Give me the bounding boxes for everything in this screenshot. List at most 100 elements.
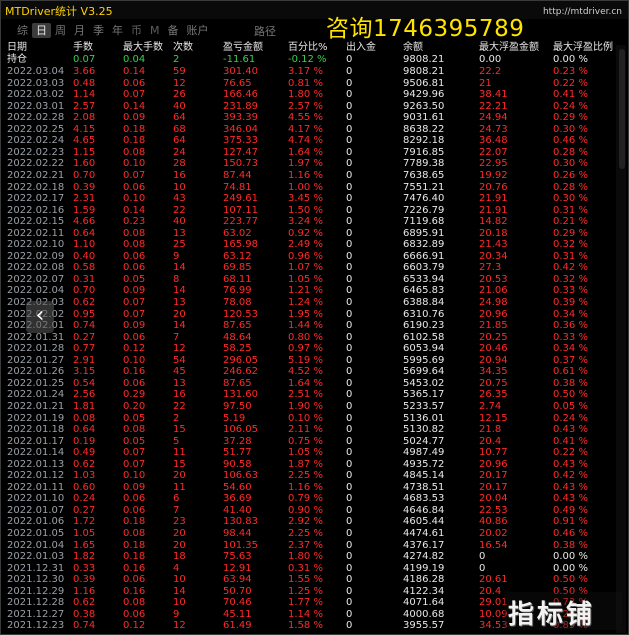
table-cell: 0 <box>346 239 353 250</box>
website-link[interactable]: http://mtdriver.cn <box>543 7 622 17</box>
table-row[interactable]: 2022.01.14 0.49 0.07 11 51.77 1.05 % 0 4987.49 1… <box>1 447 628 459</box>
table-cell: 0 <box>346 112 353 123</box>
column-header[interactable]: 手数 <box>73 42 93 54</box>
table-cell: 58.25 <box>223 343 252 354</box>
tab-3[interactable]: 月 <box>70 23 89 38</box>
table-cell: 0.08 <box>123 239 146 250</box>
table-row[interactable]: 2022.02.24 4.65 0.18 64 375.33 4.74 % 0 8292.18… <box>1 135 628 147</box>
table-cell: 20 <box>173 470 186 481</box>
table-row[interactable]: 2022.01.12 1.03 0.10 20 106.63 2.25 % 0 4845.14… <box>1 470 628 482</box>
table-cell: 0.30 % <box>553 158 588 169</box>
table-row[interactable]: 2022.03.04 3.66 0.14 59 301.40 3.17 % 0 9808.21… <box>1 66 628 78</box>
tab-6[interactable]: 币 <box>127 23 146 38</box>
table-row[interactable]: 2022.02.28 2.08 0.09 64 393.39 4.55 % 0 9031.61… <box>1 112 628 124</box>
table-cell: 1.21 % <box>288 285 323 296</box>
column-header[interactable]: 最大浮盈金额 <box>479 42 539 54</box>
table-row[interactable]: 2022.02.17 2.31 0.10 43 249.61 3.45 % 0 7476.40… <box>1 193 628 205</box>
table-row[interactable]: 2022.02.21 0.70 0.07 16 87.44 1.16 % 0 7638.65 1… <box>1 170 628 182</box>
table-cell: 11 <box>173 447 186 458</box>
watermark-logo: 指标铺 <box>504 592 622 630</box>
summary-cell: 0.00 <box>479 54 502 65</box>
table-row[interactable]: 2022.02.08 0.58 0.06 14 69.85 1.07 % 0 6603.79 2… <box>1 262 628 274</box>
table-row[interactable]: 2022.02.010.740.091487.651.44 %06190.232… <box>1 320 628 332</box>
table-cell: 20.17 <box>479 470 508 481</box>
tab-0[interactable]: 综 <box>13 23 32 38</box>
summary-cell: -0.12 % <box>288 54 327 65</box>
table-cell: 24.94 <box>479 112 508 123</box>
table-row[interactable]: 2021.12.30 0.39 0.06 10 63.94 1.55 % 0 4186.28 2… <box>1 574 628 586</box>
table-cell: 2.56 <box>73 389 96 400</box>
table-cell: 246.62 <box>223 366 258 377</box>
table-cell: 0.20 <box>123 401 146 412</box>
table-cell: 0.43 % <box>553 424 588 435</box>
table-row[interactable]: 2022.01.18 0.64 0.08 15 106.05 2.11 % 0 5130.82… <box>1 424 628 436</box>
table-cell: 7119.68 <box>403 216 445 227</box>
table-cell: 12 <box>173 343 186 354</box>
table-cell: 0.18 <box>123 551 146 562</box>
table-cell: 3.66 <box>73 66 96 77</box>
table-cell: 6190.23 <box>403 320 445 331</box>
table-cell: 223.77 <box>223 216 258 227</box>
table-row[interactable]: 2022.01.10 0.24 0.06 6 36.69 0.79 % 0 4683.53 20… <box>1 493 628 505</box>
table-row[interactable]: 2022.02.15 4.66 0.23 40 223.77 3.24 % 0 7119.68… <box>1 216 628 228</box>
table-row[interactable]: 2022.01.05 1.05 0.08 20 98.44 2.25 % 0 4474.61 2… <box>1 528 628 540</box>
table-row[interactable]: 2022.01.26 3.15 0.16 45 246.62 4.52 % 0 5699.64… <box>1 366 628 378</box>
table-row[interactable]: 2022.02.10 1.10 0.08 25 165.98 2.49 % 0 6832.89… <box>1 239 628 251</box>
column-header[interactable]: 日期 <box>7 42 27 54</box>
table-cell: 87.44 <box>223 170 252 181</box>
column-header[interactable]: 最大浮盈比例 <box>553 42 613 54</box>
table-row[interactable]: 2022.02.04 0.70 0.09 14 76.99 1.21 % 0 6465.83 2… <box>1 285 628 297</box>
table-cell: 166.46 <box>223 89 258 100</box>
scrollbar-thumb[interactable] <box>619 49 625 169</box>
tab-4[interactable]: 季 <box>89 23 108 38</box>
tab-9[interactable]: 账户 <box>183 23 213 38</box>
table-cell: 20.04 <box>479 493 508 504</box>
table-cell: 18 <box>173 551 186 562</box>
table-cell: 2022.01.18 <box>7 424 65 435</box>
table-cell: 21.85 <box>479 320 508 331</box>
table-cell: 4605.44 <box>403 516 445 527</box>
table-cell: 2022.01.03 <box>7 551 65 562</box>
chevron-left-icon[interactable]: ‹ <box>26 301 54 333</box>
table-row[interactable]: 2022.01.03 1.82 0.18 18 75.63 1.80 % 0 4274.82 0… <box>1 551 628 563</box>
table-cell: 2022.03.02 <box>7 89 65 100</box>
table-cell: 1.05 <box>73 528 96 539</box>
table-cell: 9031.61 <box>403 112 445 123</box>
table-cell: 4845.14 <box>403 470 445 481</box>
column-header[interactable]: 盈亏金额 <box>223 42 263 54</box>
column-header[interactable]: 余额 <box>403 42 423 54</box>
table-cell: 0.14 <box>123 66 146 77</box>
table-cell: 0.08 <box>123 597 146 608</box>
table-row[interactable]: 2022.02.030.620.071378.081.24 %06388.842… <box>1 297 628 309</box>
table-row[interactable]: 2022.01.21 1.81 0.20 22 97.50 1.90 % 0 5233.57 2… <box>1 401 628 413</box>
table-cell: 51.77 <box>223 447 252 458</box>
column-header[interactable]: 次数 <box>173 42 193 54</box>
column-header[interactable]: 最大手数 <box>123 42 163 54</box>
table-cell: 2022.01.12 <box>7 470 65 481</box>
table-cell: 5699.64 <box>403 366 445 377</box>
table-row[interactable]: 2022.01.24 2.56 0.29 16 131.60 2.51 % 0 5365.17… <box>1 389 628 401</box>
column-header[interactable]: 出入金 <box>346 42 376 54</box>
tab-7[interactable]: M <box>146 23 164 38</box>
tab-5[interactable]: 年 <box>108 23 127 38</box>
table-cell: 0.79 % <box>288 493 323 504</box>
table-cell: 38.41 <box>479 89 508 100</box>
table-cell: 3955.57 <box>403 620 445 631</box>
table-cell: 0.36 % <box>553 320 588 331</box>
table-cell: 14 <box>173 320 186 331</box>
tab-2[interactable]: 周 <box>51 23 70 38</box>
table-row[interactable]: 2022.03.02 1.14 0.07 26 166.46 1.80 % 0 9429.96… <box>1 89 628 101</box>
table-cell: 7789.38 <box>403 158 445 169</box>
table-cell: 1.44 % <box>288 320 323 331</box>
table-cell: 1.97 % <box>288 158 323 169</box>
tab-1[interactable]: 日 <box>32 23 51 38</box>
path-button[interactable]: 路径 <box>254 23 276 39</box>
table-row[interactable]: 2022.01.06 1.72 0.18 23 130.83 2.92 % 0 4605.44… <box>1 516 628 528</box>
tab-8[interactable]: 备 <box>164 23 183 38</box>
table-cell: 0.23 % <box>553 66 588 77</box>
table-cell: 9808.21 <box>403 66 445 77</box>
table-cell: 26.35 <box>479 389 508 400</box>
table-row[interactable]: 2022.01.28 0.77 0.12 12 58.25 0.97 % 0 6053.94 2… <box>1 343 628 355</box>
column-header[interactable]: 百分比% <box>288 42 328 54</box>
table-row[interactable]: 2022.02.22 1.60 0.10 28 150.73 1.97 % 0 7789.38… <box>1 158 628 170</box>
